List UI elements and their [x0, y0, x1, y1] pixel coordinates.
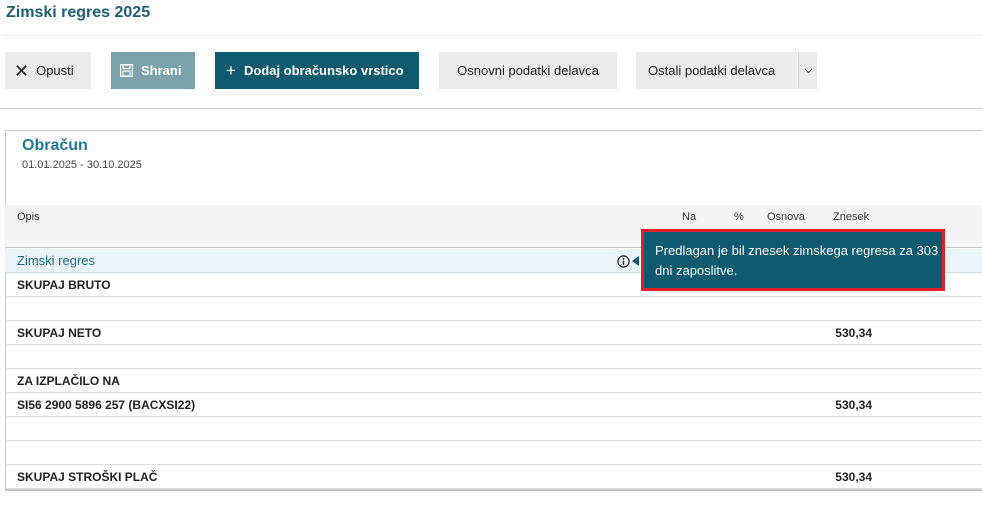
table-row: SI56 2900 5896 257 (BACXSI22) 530,34: [5, 393, 982, 417]
section-title: Obračun: [22, 137, 88, 154]
tooltip-arrow: [632, 256, 639, 266]
table-bottom-border: [5, 489, 982, 491]
row-description: ZA IZPLAČILO NA: [17, 374, 120, 388]
close-icon: ✕: [14, 60, 30, 81]
add-button-label: Dodaj obračunsko vrstico: [243, 63, 404, 78]
add-calculation-row-button[interactable]: + Dodaj obračunsko vrstico: [215, 52, 419, 89]
period-range: 01.01.2025 - 30.10.2025: [22, 159, 142, 171]
row-description: Zimski regres: [17, 253, 96, 268]
table-row: ZA IZPLAČILO NA: [5, 369, 982, 393]
basic-employee-data-button[interactable]: Osnovni podatki delavca: [439, 52, 617, 89]
column-header-base: Osnova: [767, 211, 805, 223]
save-button-label: Shrani: [141, 63, 182, 78]
page-title: Zimski regres 2025: [6, 4, 151, 21]
column-header-description: Opis: [17, 211, 40, 223]
table-row: [5, 441, 982, 465]
column-header-na: Na: [682, 211, 697, 223]
page-header: Zimski regres 2025: [0, 0, 982, 34]
table-row: [5, 297, 982, 321]
row-description: SKUPAJ NETO: [17, 326, 102, 340]
row-description: SKUPAJ BRUTO: [17, 278, 111, 292]
other-employee-data-label: Ostali podatki delavca: [648, 63, 776, 78]
row-amount: 530,34: [835, 470, 872, 484]
row-description: SKUPAJ STROŠKI PLAČ: [17, 470, 158, 484]
row-amount: 530,34: [835, 326, 872, 340]
row-description: SI56 2900 5896 257 (BACXSI22): [17, 398, 196, 412]
table-row: SKUPAJ STROŠKI PLAČ 530,34: [5, 465, 982, 489]
tooltip-text: Predlagan je bil znesek zimskega regresa…: [655, 243, 939, 278]
cancel-button-label: Opusti: [36, 63, 74, 78]
table-row: SKUPAJ NETO 530,34: [5, 321, 982, 345]
tooltip: Predlagan je bil znesek zimskega regresa…: [641, 229, 945, 291]
table-row: [5, 345, 982, 369]
chevron-down-icon: [804, 68, 812, 73]
other-employee-data-button[interactable]: Ostali podatki delavca: [636, 52, 797, 89]
toolbar: ✕ Opusti Shrani + Dodaj obračunsko vrsti…: [0, 52, 982, 90]
column-header-amount: Znesek: [833, 211, 870, 223]
column-header-percent: %: [734, 211, 744, 223]
row-amount: 530,34: [835, 398, 872, 412]
plus-icon: +: [226, 61, 236, 80]
other-data-dropdown-toggle[interactable]: [798, 52, 817, 89]
toolbar-divider: [0, 108, 982, 109]
save-icon: [120, 64, 133, 77]
info-icon[interactable]: [617, 255, 630, 268]
table-row: [5, 417, 982, 441]
basic-employee-data-label: Osnovni podatki delavca: [457, 63, 599, 78]
save-button[interactable]: Shrani: [111, 52, 195, 89]
cancel-button[interactable]: ✕ Opusti: [5, 52, 91, 89]
